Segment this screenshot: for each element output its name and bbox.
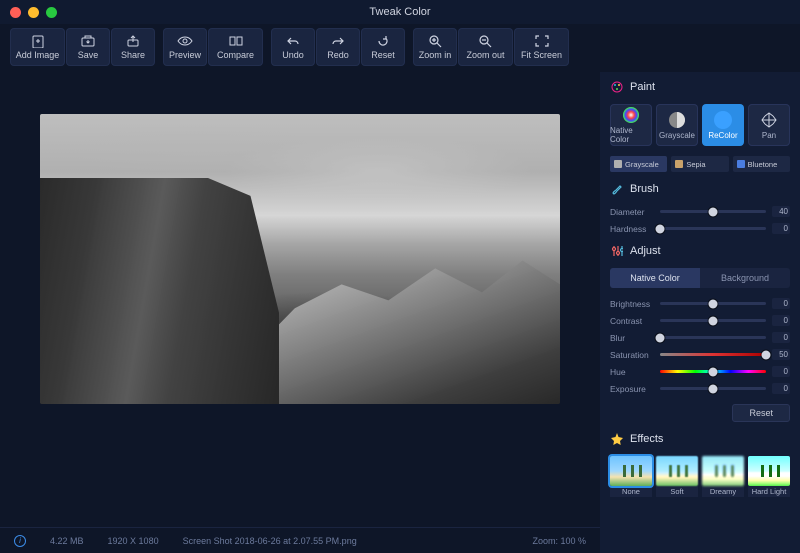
add-image-button[interactable]: Add Image: [10, 28, 65, 66]
image-canvas[interactable]: [40, 114, 560, 404]
zoom-in-label: Zoom in: [419, 50, 452, 60]
redo-icon: [330, 34, 346, 48]
effect-none-thumb-icon: [610, 456, 652, 486]
add-image-icon: [30, 34, 46, 48]
app-title: Tweak Color: [369, 6, 430, 18]
share-button[interactable]: Share: [111, 28, 155, 66]
effect-none[interactable]: None: [610, 456, 652, 497]
undo-button[interactable]: Undo: [271, 28, 315, 66]
zoom-out-label: Zoom out: [466, 50, 504, 60]
brightness-slider[interactable]: Brightness0: [610, 298, 790, 309]
brush-icon: [610, 182, 624, 196]
adjust-icon: [610, 244, 624, 258]
preset-sepia[interactable]: Sepia: [671, 156, 728, 172]
effect-hard-light[interactable]: Hard Light: [748, 456, 790, 497]
info-icon[interactable]: i: [14, 535, 26, 547]
window-controls: [10, 7, 57, 18]
status-filesize: 4.22 MB: [50, 536, 84, 546]
contrast-slider[interactable]: Contrast0: [610, 315, 790, 326]
effects-icon: [610, 432, 624, 446]
hue-slider[interactable]: Hue0: [610, 366, 790, 377]
fit-screen-label: Fit Screen: [521, 50, 562, 60]
effects-heading: Effects: [610, 432, 790, 446]
zoom-out-button[interactable]: Zoom out: [458, 28, 513, 66]
share-label: Share: [121, 50, 145, 60]
diameter-slider[interactable]: Diameter 40: [610, 206, 790, 217]
maximize-window-icon[interactable]: [46, 7, 57, 18]
undo-icon: [285, 34, 301, 48]
effect-hard-light-thumb-icon: [748, 456, 790, 486]
adjust-tab-native[interactable]: Native Color: [610, 268, 700, 288]
grayscale-mode-icon: [668, 111, 686, 129]
zoom-in-button[interactable]: Zoom in: [413, 28, 457, 66]
zoom-in-icon: [427, 34, 443, 48]
preview-icon: [177, 34, 193, 48]
fit-screen-icon: [534, 34, 550, 48]
title-bar: Tweak Color: [0, 0, 800, 24]
saturation-slider[interactable]: Saturation50: [610, 349, 790, 360]
grayscale-swatch-icon: [614, 160, 622, 168]
add-image-label: Add Image: [16, 50, 60, 60]
zoom-out-icon: [478, 34, 494, 48]
preset-bluetone[interactable]: Bluetone: [733, 156, 790, 172]
preview-label: Preview: [169, 50, 201, 60]
redo-label: Redo: [327, 50, 349, 60]
effect-dreamy[interactable]: Dreamy: [702, 456, 744, 497]
adjust-heading: Adjust: [610, 244, 790, 258]
effect-soft[interactable]: Soft: [656, 456, 698, 497]
save-label: Save: [78, 50, 99, 60]
effect-soft-thumb-icon: [656, 456, 698, 486]
hardness-slider[interactable]: Hardness 0: [610, 223, 790, 234]
pan-mode-icon: [760, 111, 778, 129]
blur-slider[interactable]: Blur0: [610, 332, 790, 343]
status-dimensions: 1920 X 1080: [108, 536, 159, 546]
paint-mode-native[interactable]: Native Color: [610, 104, 652, 146]
effect-dreamy-thumb-icon: [702, 456, 744, 486]
minimize-window-icon[interactable]: [28, 7, 39, 18]
save-button[interactable]: Save: [66, 28, 110, 66]
adjust-tabs: Native ColorBackground: [610, 268, 790, 288]
compare-label: Compare: [217, 50, 254, 60]
palette-icon: [610, 80, 624, 94]
side-panel: Paint Native ColorGrayscaleReColorPan Gr…: [600, 72, 800, 553]
recolor-mode-icon: [714, 111, 732, 129]
share-icon: [125, 34, 141, 48]
reset-toolbar-label: Reset: [371, 50, 395, 60]
canvas-area: i 4.22 MB 1920 X 1080 Screen Shot 2018-0…: [0, 72, 600, 553]
preview-button[interactable]: Preview: [163, 28, 207, 66]
paint-mode-grayscale[interactable]: Grayscale: [656, 104, 698, 146]
compare-button[interactable]: Compare: [208, 28, 263, 66]
preset-grayscale[interactable]: Grayscale: [610, 156, 667, 172]
redo-button[interactable]: Redo: [316, 28, 360, 66]
close-window-icon[interactable]: [10, 7, 21, 18]
paint-heading: Paint: [610, 80, 790, 94]
reset-toolbar-button[interactable]: Reset: [361, 28, 405, 66]
exposure-slider[interactable]: Exposure0: [610, 383, 790, 394]
bluetone-swatch-icon: [737, 160, 745, 168]
save-icon: [80, 34, 96, 48]
brush-heading: Brush: [610, 182, 790, 196]
native-mode-icon: [622, 106, 640, 124]
fit-screen-button[interactable]: Fit Screen: [514, 28, 569, 66]
undo-label: Undo: [282, 50, 304, 60]
top-toolbar: Add Image Save Share Preview Compare Und…: [0, 24, 800, 72]
reset-icon: [375, 34, 391, 48]
sepia-swatch-icon: [675, 160, 683, 168]
paint-mode-pan[interactable]: Pan: [748, 104, 790, 146]
adjust-reset-button[interactable]: Reset: [732, 404, 790, 422]
status-zoom: Zoom: 100 %: [532, 536, 586, 546]
status-bar: i 4.22 MB 1920 X 1080 Screen Shot 2018-0…: [0, 527, 600, 553]
paint-mode-recolor[interactable]: ReColor: [702, 104, 744, 146]
compare-icon: [228, 34, 244, 48]
status-filename: Screen Shot 2018-06-26 at 2.07.55 PM.png: [183, 536, 357, 546]
adjust-tab-background[interactable]: Background: [700, 268, 790, 288]
